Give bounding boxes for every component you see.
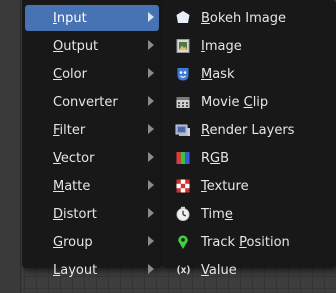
menu-item-label: Filter [53,122,86,138]
menu-item-converter[interactable]: Converter [25,89,159,115]
menu-item-filter[interactable]: Filter [25,117,159,143]
submenu-item-value[interactable]: (x) Value [165,257,333,283]
submenu-item-label: Time [201,206,233,222]
submenu-item-mask[interactable]: Mask [165,61,333,87]
submenu-item-label: Mask [201,66,235,82]
menu-item-label: Input [53,10,87,26]
menu-item-input[interactable]: Input [25,5,159,31]
menu-item-layout[interactable]: Layout [25,257,159,283]
render-layers-icon [175,122,191,138]
menu-item-distort[interactable]: Distort [25,201,159,227]
menu-item-matte[interactable]: Matte [25,173,159,199]
submenu-item-image[interactable]: Image [165,33,333,59]
submenu-arrow-icon [148,264,154,274]
menu-item-label: Vector [53,150,95,166]
menu-item-group[interactable]: Group [25,229,159,255]
submenu-item-label: Bokeh Image [201,10,287,26]
submenu-item-time[interactable]: Time [165,201,333,227]
submenu-item-label: Texture [201,178,249,194]
menu-item-label: Color [53,66,87,82]
submenu-arrow-icon [148,180,154,190]
menu-item-label: Output [53,38,99,54]
movie-clip-icon [175,94,191,110]
image-icon [175,38,191,54]
submenu-item-label: RGB [201,150,230,166]
submenu-item-label: Value [201,262,237,278]
time-icon [175,206,191,222]
track-position-icon [175,234,191,250]
texture-icon [175,178,191,194]
submenu-item-rgb[interactable]: RGB [165,145,333,171]
submenu-arrow-icon [148,124,154,134]
bokeh-image-icon [175,10,191,26]
value-icon: (x) [175,264,191,276]
menu-item-vector[interactable]: Vector [25,145,159,171]
menu-item-label: Distort [53,206,97,222]
menu-item-color[interactable]: Color [25,61,159,87]
submenu-item-texture[interactable]: Texture [165,173,333,199]
submenu-arrow-icon [148,236,154,246]
submenu-item-label: Image [201,38,242,54]
submenu-item-label: Track Position [201,234,290,250]
menu-item-label: Layout [53,262,98,278]
submenu-arrow-icon [148,12,154,22]
submenu-item-label: Render Layers [201,122,295,138]
menu-item-output[interactable]: Output [25,33,159,59]
rgb-icon [175,150,191,166]
submenu-arrow-icon [148,68,154,78]
submenu-item-bokeh-image[interactable]: Bokeh Image [165,5,333,31]
submenu-arrow-icon [148,152,154,162]
submenu-arrow-icon [148,40,154,50]
submenu-arrow-icon [148,208,154,218]
submenu-item-render-layers[interactable]: Render Layers [165,117,333,143]
submenu-item-movie-clip[interactable]: Movie Clip [165,89,333,115]
menu-item-label: Matte [53,178,91,194]
submenu-arrow-icon [148,96,154,106]
add-node-category-menu: Input Output Color Converter Filter Vect… [22,0,162,278]
input-submenu: Bokeh Image Image Mask Movie Clip Render… [162,0,336,278]
editor-toolbar-edge [0,0,21,293]
menu-item-label: Converter [53,94,118,110]
submenu-item-track-position[interactable]: Track Position [165,229,333,255]
menu-item-label: Group [53,234,93,250]
submenu-item-label: Movie Clip [201,94,269,110]
mask-icon [175,66,191,82]
